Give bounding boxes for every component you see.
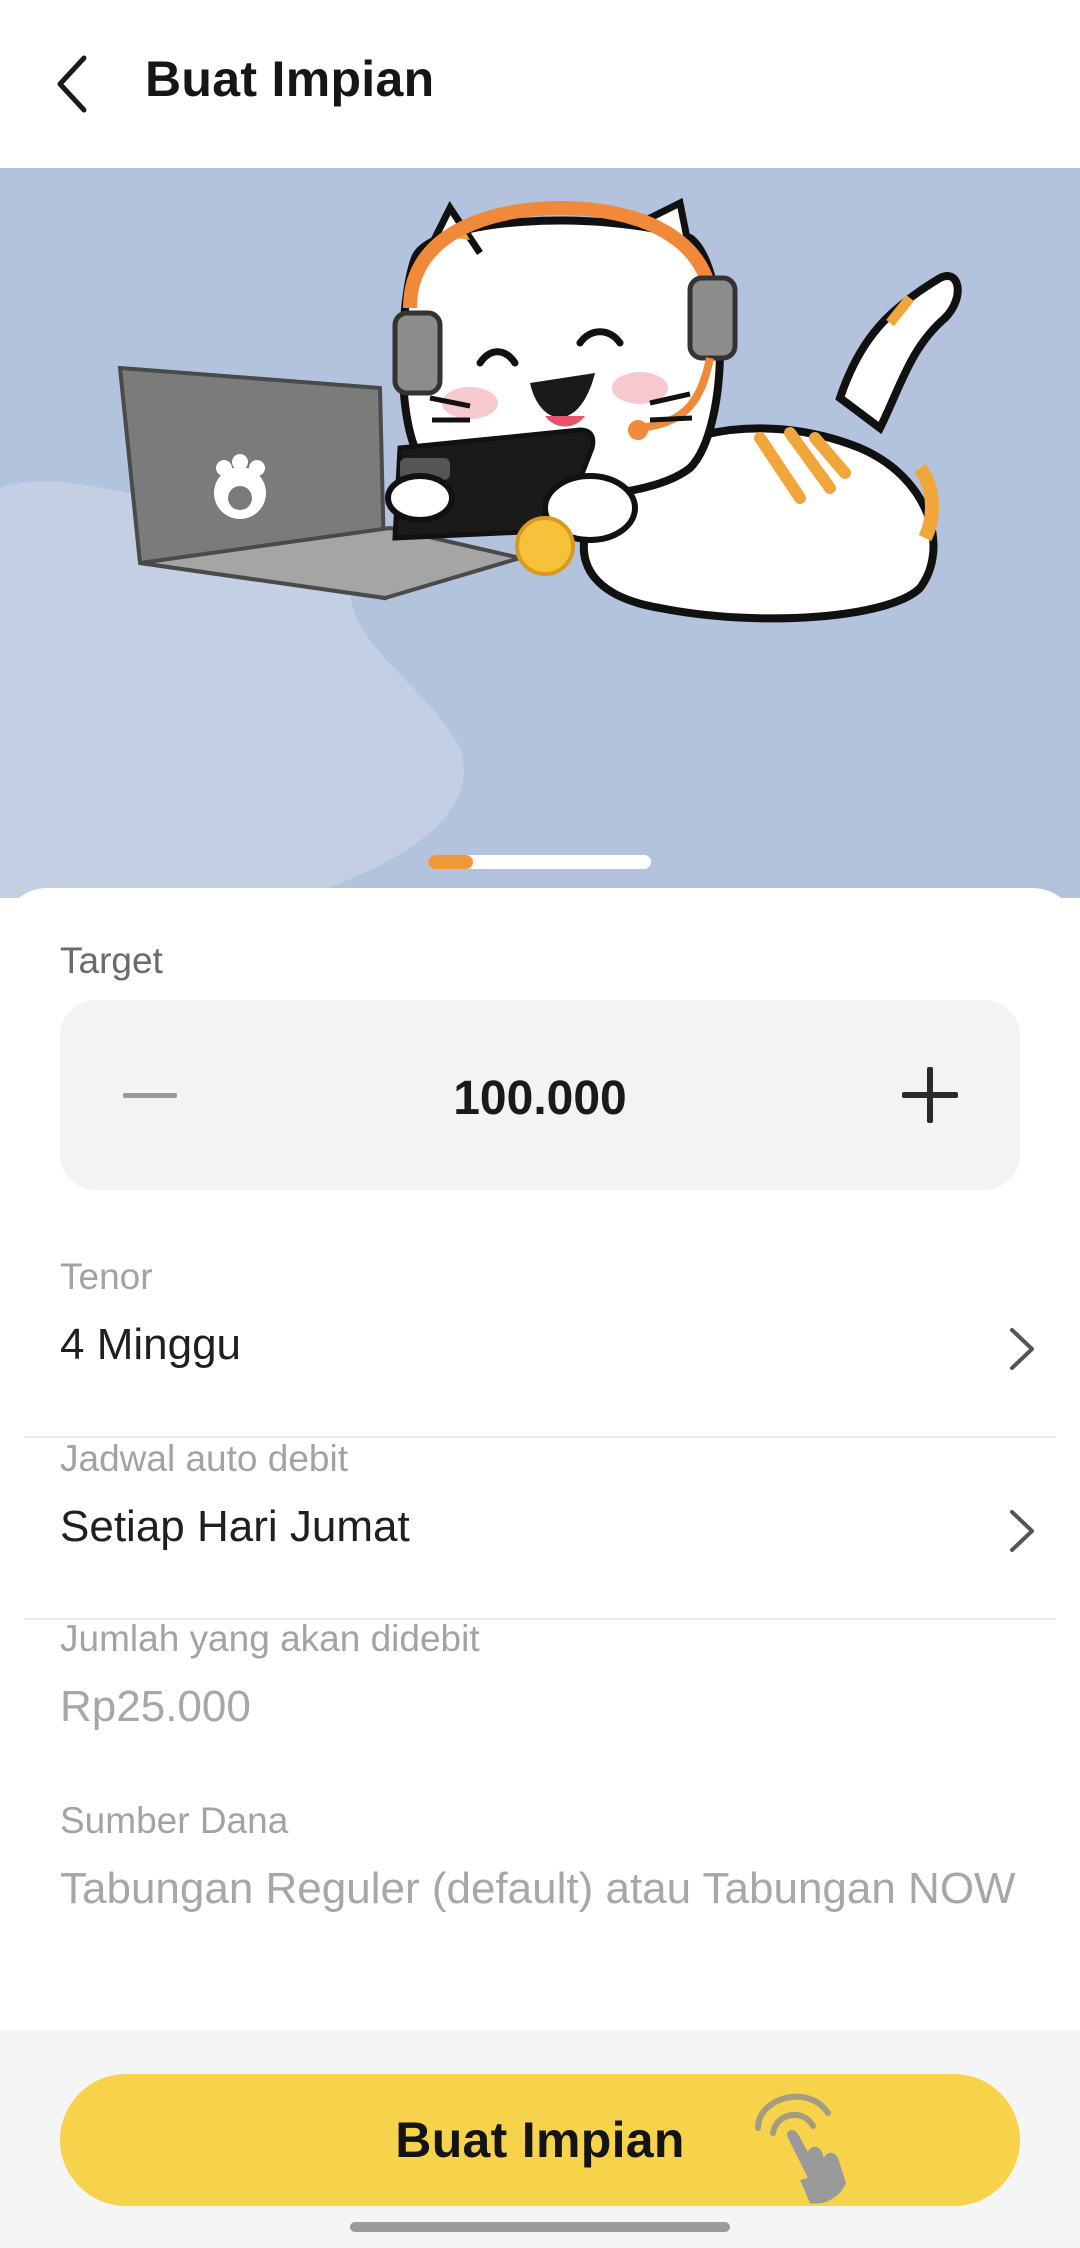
minus-icon[interactable]: [110, 1055, 190, 1135]
autodebit-schedule-select[interactable]: Jadwal auto debit Setiap Hari Jumat: [24, 1438, 1056, 1620]
chevron-right-icon: [1010, 1510, 1034, 1552]
debit-amount-value: Rp25.000: [60, 1682, 251, 1731]
back-button[interactable]: [40, 44, 104, 124]
app-header: Buat Impian: [0, 0, 1080, 168]
hand-tap-icon: [755, 2093, 846, 2204]
target-label: Target: [60, 940, 163, 981]
bottom-action-bar: Buat Impian: [0, 2030, 1080, 2248]
target-stepper: 100.000: [60, 1000, 1020, 1190]
plus-icon[interactable]: [890, 1055, 970, 1135]
hero-banner[interactable]: [0, 168, 1080, 898]
schedule-label: Jadwal auto debit: [60, 1438, 348, 1479]
fund-source-value: Tabungan Reguler (default) atau Tabungan…: [60, 1864, 1016, 1913]
create-dream-button-label: Buat Impian: [395, 2112, 685, 2168]
chevron-right-icon: [1010, 1328, 1034, 1370]
tenor-label: Tenor: [60, 1256, 153, 1297]
carousel-pager-active: [428, 855, 473, 869]
cat-with-headset-laptop-illustration: [0, 197, 962, 898]
chevron-left-icon: [57, 55, 87, 113]
target-value[interactable]: 100.000: [60, 1000, 1020, 1190]
home-indicator[interactable]: [350, 2222, 730, 2232]
tenor-value: 4 Minggu: [60, 1320, 242, 1369]
dream-form-card: Target 100.000 Tenor 4 Minggu Jadwal aut…: [0, 888, 1080, 2028]
carousel-pager: [428, 855, 651, 869]
schedule-value: Setiap Hari Jumat: [60, 1502, 410, 1551]
fund-source-label: Sumber Dana: [60, 1800, 289, 1841]
debit-amount-label: Jumlah yang akan didebit: [60, 1618, 480, 1659]
create-dream-button[interactable]: Buat Impian: [60, 2074, 1020, 2206]
page-title: Buat Impian: [145, 51, 435, 107]
tenor-select[interactable]: Tenor 4 Minggu: [24, 1256, 1056, 1438]
